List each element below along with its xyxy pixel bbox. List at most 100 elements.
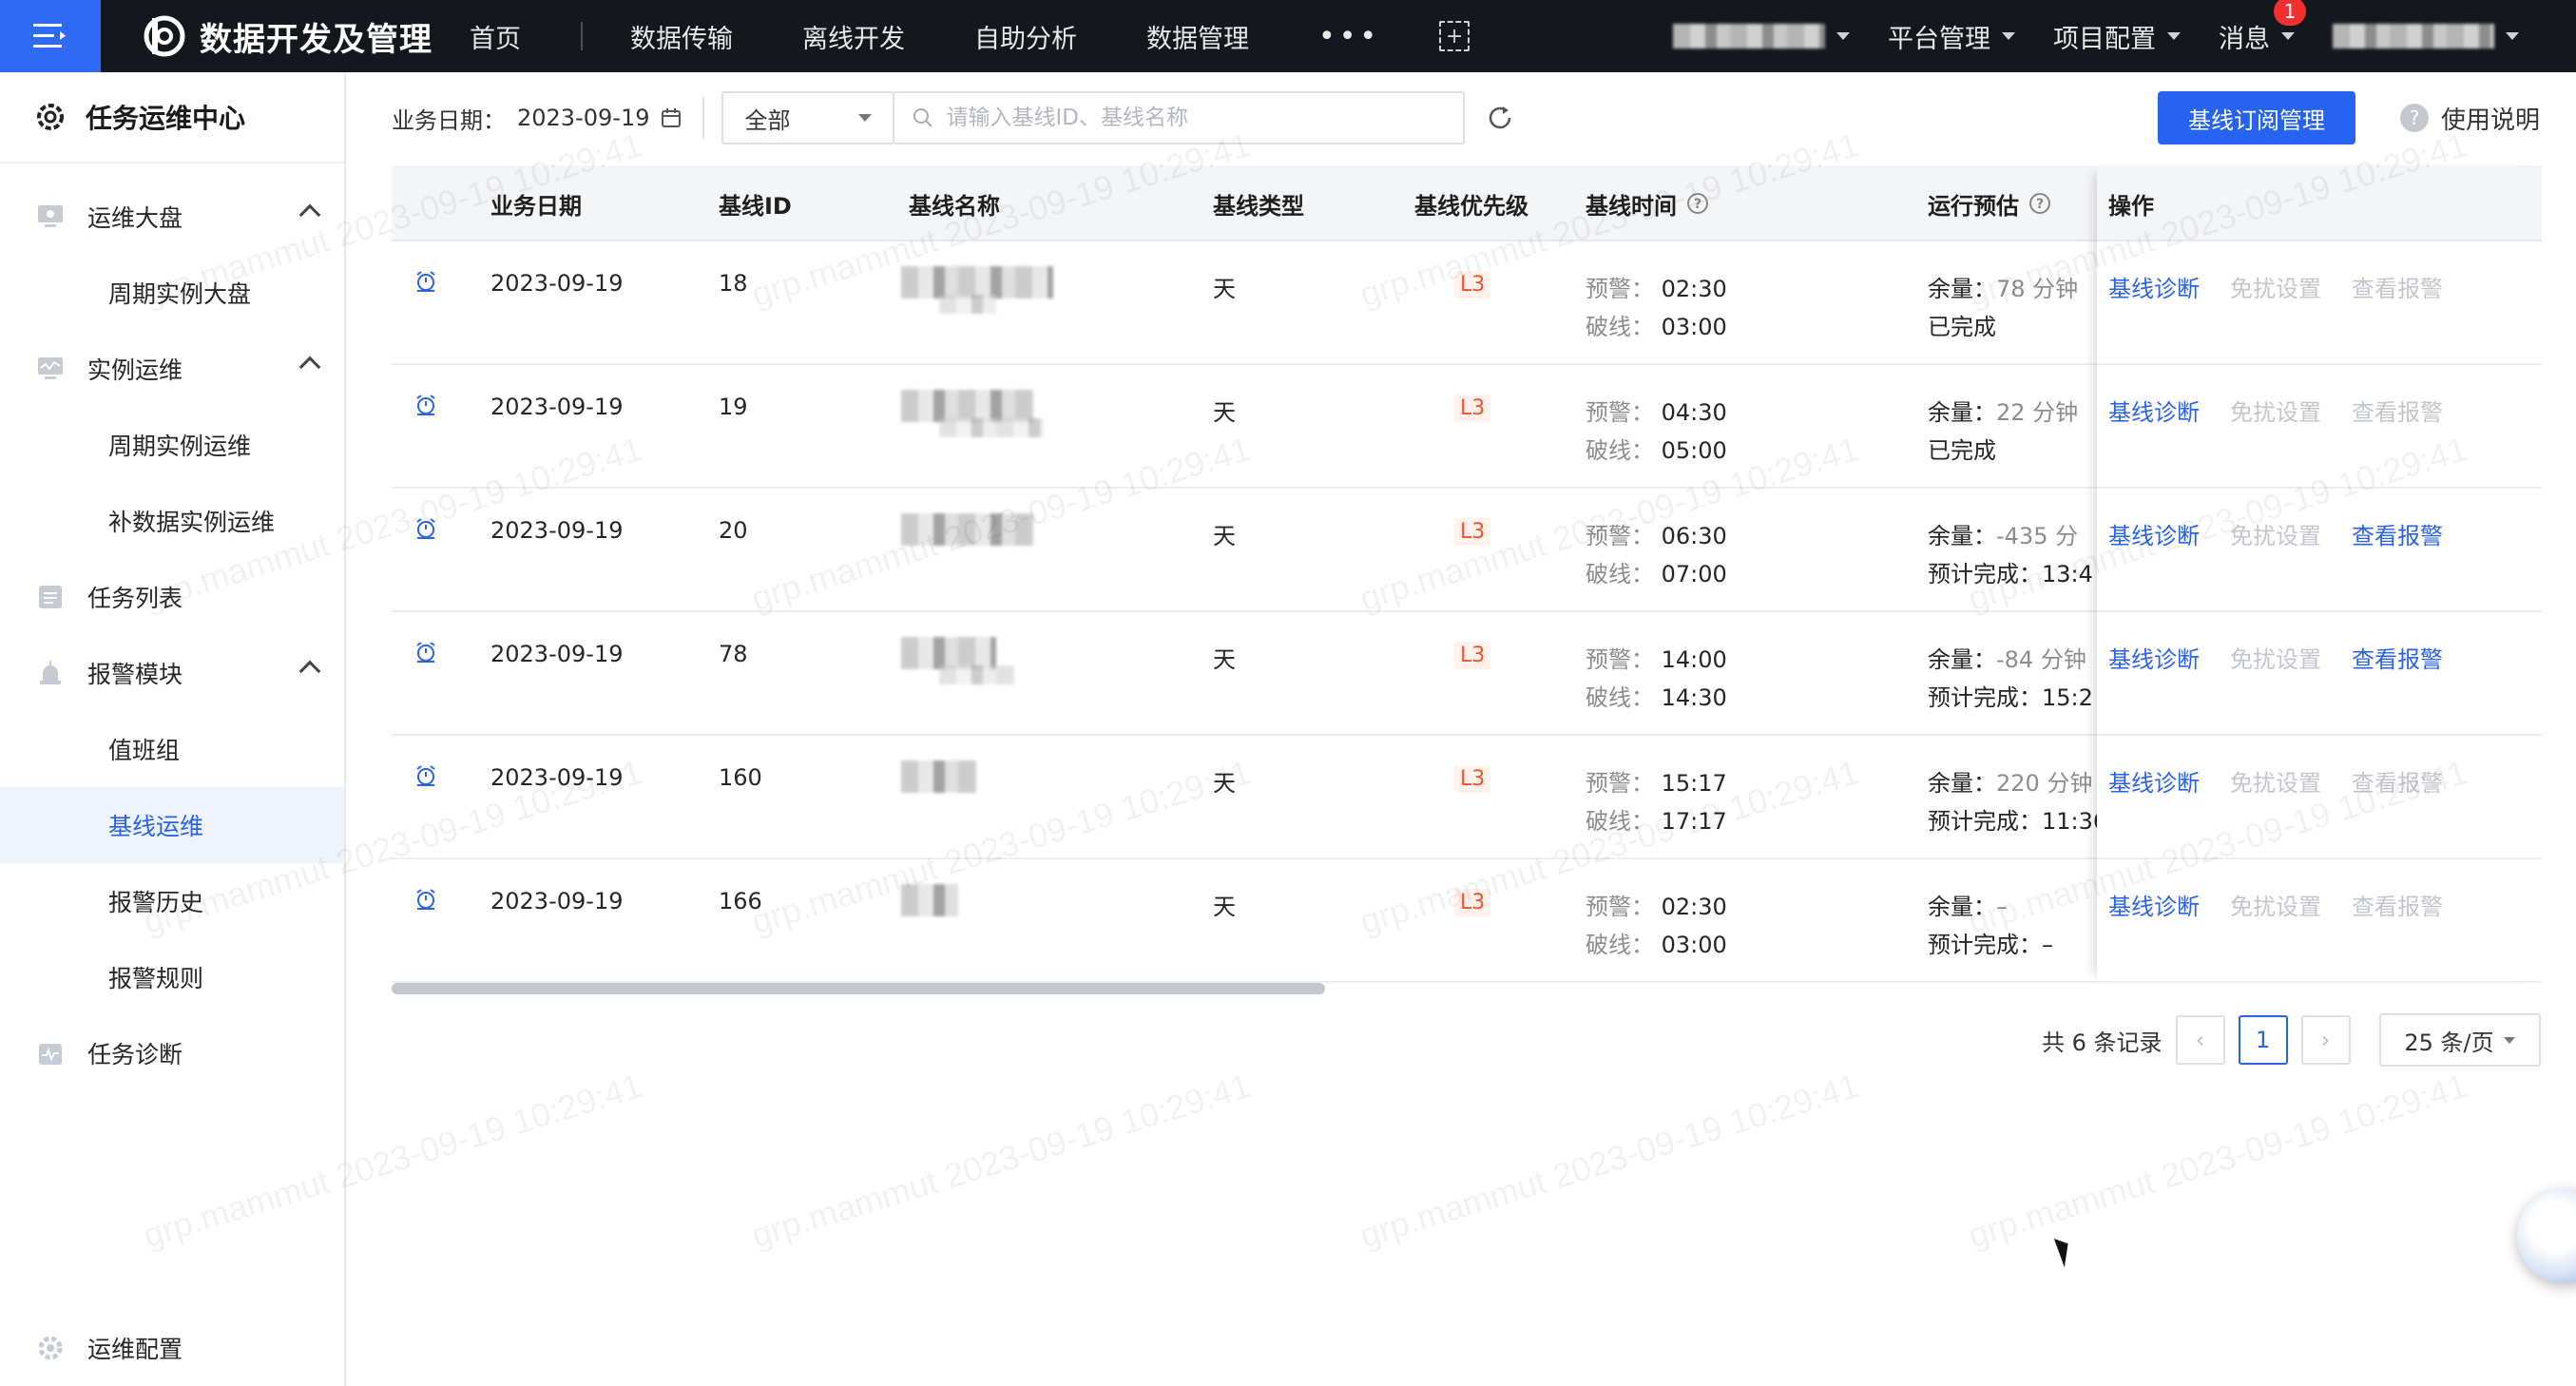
alarm-icon: [36, 659, 65, 687]
search-icon: [913, 108, 933, 127]
column-header-name: 基线名称: [909, 192, 1000, 220]
messages-menu[interactable]: 消息 1: [2219, 0, 2306, 55]
sidebar-title: 任务运维中心: [86, 103, 246, 134]
row-id: 20: [719, 517, 748, 544]
help-link[interactable]: ? 使用说明: [2399, 91, 2540, 144]
baseline-subscribe-button[interactable]: 基线订阅管理: [2158, 91, 2355, 144]
sidebar-item-ops-config[interactable]: 运维配置: [0, 1310, 344, 1386]
search-box[interactable]: [894, 91, 1466, 144]
chevron-down-icon: [1836, 32, 1850, 40]
blurred-baseline-name: [901, 884, 958, 916]
project-config-menu[interactable]: 项目配置: [2053, 18, 2181, 55]
sidebar-group-label: 实例运维: [87, 356, 183, 384]
chevron-down-icon: [2281, 32, 2295, 40]
nav-more-icon[interactable]: •••: [1318, 20, 1380, 53]
row-date: 2023-09-19: [490, 517, 624, 544]
blurred-baseline-name: [901, 513, 1034, 546]
row-status: 预计完成：15:2: [1928, 684, 2093, 711]
alarm-clock-icon[interactable]: [414, 270, 437, 298]
sidebar-item-baseline-ops[interactable]: 基线运维: [0, 787, 344, 863]
sidebar-group-task-list[interactable]: 任务列表: [0, 559, 344, 635]
column-header-id: 基线ID: [719, 192, 792, 220]
row-break-time: 破线： 17:17: [1586, 802, 1727, 836]
nav-data-transfer[interactable]: 数据传输: [630, 18, 733, 55]
expand-icon[interactable]: +: [1439, 21, 1471, 51]
sidebar-group-instance-ops[interactable]: 实例运维: [0, 331, 344, 407]
row-warn-time: 预警： 04:30: [1586, 394, 1727, 427]
sidebar-item-cycle-instance-dashboard[interactable]: 周期实例大盘: [0, 255, 344, 331]
menu-toggle-button[interactable]: [0, 0, 101, 72]
priority-badge: L3: [1454, 889, 1491, 916]
nav-self-analysis[interactable]: 自助分析: [974, 18, 1077, 55]
sidebar-item-backfill-instance-ops[interactable]: 补数据实例运维: [0, 483, 344, 559]
warn-time: 02:30: [1661, 894, 1727, 920]
warn-label: 预警：: [1586, 894, 1654, 920]
info-icon[interactable]: ?: [1686, 192, 1709, 215]
sidebar-item-alarm-rules[interactable]: 报警规则: [0, 939, 344, 1015]
sidebar-bottom-label: 运维配置: [87, 1336, 183, 1363]
blurred-baseline-name-2: [939, 418, 1044, 437]
business-date-picker[interactable]: 业务日期： 2023-09-19: [392, 102, 682, 135]
sidebar-group-alarm[interactable]: 报警模块: [0, 635, 344, 711]
remain-value: 22 分钟: [1996, 399, 2079, 426]
row-date: 2023-09-19: [490, 641, 624, 667]
warn-label: 预警：: [1586, 276, 1654, 302]
info-icon[interactable]: ?: [2028, 192, 2051, 215]
row-break-time: 破线： 03:00: [1586, 926, 1727, 959]
row-priority: L3: [1454, 394, 1491, 422]
nav-divider: [581, 22, 583, 50]
chevron-up-icon: [298, 660, 321, 683]
horizontal-scrollbar[interactable]: [392, 983, 1325, 994]
sidebar-item-cycle-instance-ops[interactable]: 周期实例运维: [0, 407, 344, 483]
messages-label: 消息: [2219, 24, 2270, 54]
blurred-baseline-name-2: [939, 295, 996, 314]
remain-label: 余量：: [1928, 646, 1996, 673]
sidebar-item-duty-group[interactable]: 值班组: [0, 711, 344, 787]
row-warn-time: 预警： 14:00: [1586, 641, 1727, 674]
row-remain: 余量：22 分钟: [1928, 394, 2097, 427]
alarm-clock-icon[interactable]: [414, 394, 437, 422]
sidebar-header: 任务运维中心: [0, 72, 344, 164]
sidebar-item-alarm-history[interactable]: 报警历史: [0, 863, 344, 939]
project-selector[interactable]: [1673, 24, 1850, 48]
break-time: 17:17: [1661, 808, 1727, 835]
help-icon: ?: [2400, 104, 2429, 132]
row-date: 2023-09-19: [490, 270, 624, 297]
sidebar-group-task-diagnosis[interactable]: 任务诊断: [0, 1015, 344, 1091]
blurred-baseline-name: [901, 760, 977, 793]
type-select[interactable]: 全部: [721, 91, 895, 144]
warn-time: 14:00: [1661, 646, 1727, 673]
remain-value: -84 分钟: [1996, 646, 2086, 673]
page-number-button[interactable]: 1: [2238, 1015, 2288, 1065]
break-label: 破线：: [1586, 808, 1654, 835]
row-status: 预计完成：13:4: [1928, 561, 2093, 587]
sidebar-group-dashboard[interactable]: 运维大盘: [0, 179, 344, 255]
page-size-select[interactable]: 25 条/页: [2378, 1013, 2541, 1067]
prev-page-button[interactable]: ‹: [2175, 1015, 2225, 1065]
warn-label: 预警：: [1586, 770, 1654, 797]
refresh-button[interactable]: [1484, 102, 1516, 134]
column-header-date: 业务日期: [490, 192, 582, 220]
remain-value: -435 分: [1996, 523, 2079, 549]
platform-manage-menu[interactable]: 平台管理: [1888, 18, 2015, 55]
user-menu[interactable]: [2333, 24, 2519, 48]
alarm-clock-icon[interactable]: [414, 641, 437, 669]
row-warn-time: 预警： 02:30: [1586, 888, 1727, 921]
alarm-clock-icon[interactable]: [414, 517, 437, 546]
alarm-clock-icon[interactable]: [414, 888, 437, 916]
filter-divider: [702, 97, 705, 139]
help-label: 使用说明: [2441, 106, 2541, 135]
alarm-clock-icon[interactable]: [414, 764, 437, 793]
row-warn-time: 预警： 06:30: [1586, 517, 1727, 550]
next-page-button[interactable]: ›: [2300, 1015, 2351, 1065]
top-right-menu: 平台管理 项目配置 消息 1: [1673, 0, 2557, 72]
column-header-estimate-label: 运行预估: [1928, 192, 2019, 220]
row-id: 166: [719, 888, 762, 914]
brand[interactable]: 数据开发及管理: [143, 0, 433, 72]
nav-home[interactable]: 首页: [470, 18, 521, 55]
break-time: 03:00: [1661, 932, 1727, 958]
nav-data-manage[interactable]: 数据管理: [1146, 18, 1249, 55]
nav-offline-dev[interactable]: 离线开发: [802, 18, 905, 55]
search-input[interactable]: [946, 106, 1441, 130]
break-time: 05:00: [1661, 437, 1727, 464]
